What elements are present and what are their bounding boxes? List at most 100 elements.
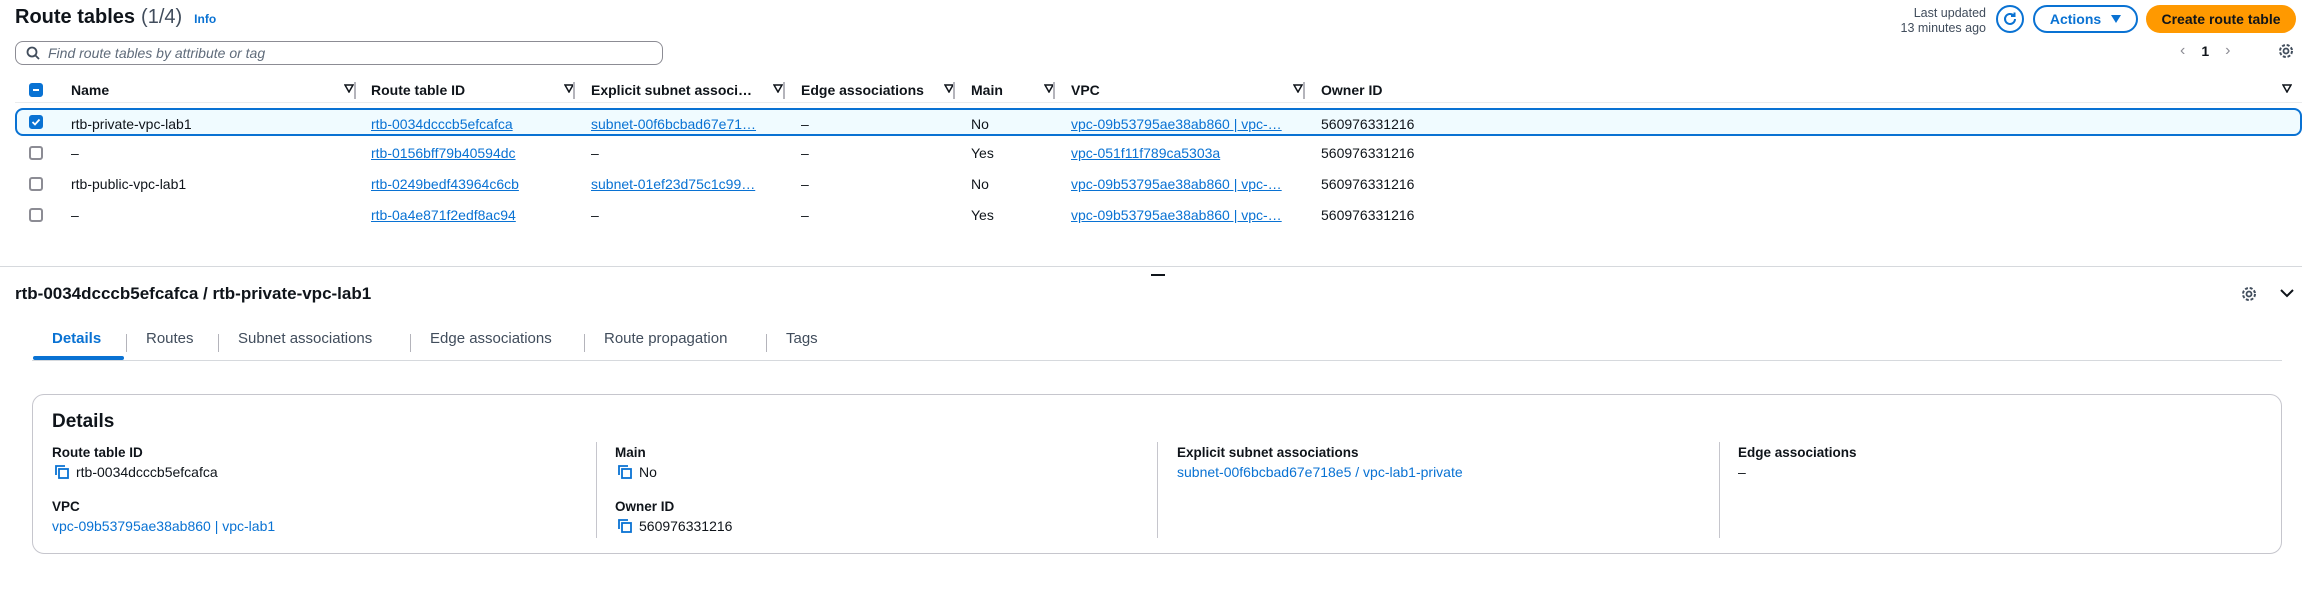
tab-divider [584, 334, 585, 352]
resize-handle[interactable] [1151, 274, 1165, 276]
cell-main: Yes [971, 207, 994, 223]
sort-icon [1293, 84, 1303, 93]
route-table-id-label: Route table ID [52, 445, 143, 460]
column-divider [596, 442, 597, 538]
row-checkbox[interactable] [29, 177, 43, 191]
tab-subnet-associations[interactable]: Subnet associations [238, 330, 372, 347]
cell-route-table-id-link[interactable]: rtb-0156bff79b40594dc [371, 139, 571, 167]
cell-vpc-link[interactable]: vpc-051f11f789ca5303a [1071, 139, 1301, 167]
column-header-owner-id[interactable]: Owner ID [1321, 78, 2301, 102]
explicit-subnet-link-text[interactable]: subnet-00f6bcbad67e718e5 / vpc-lab1-priv… [1177, 464, 1463, 480]
tab-route-propagation[interactable]: Route propagation [604, 330, 727, 347]
explicit-subnet-label: Explicit subnet associations [1177, 445, 1359, 460]
table-settings-gear-icon[interactable] [2277, 42, 2295, 60]
create-route-table-button[interactable]: Create route table [2146, 5, 2296, 33]
cell-owner-id: 560976331216 [1321, 207, 1415, 223]
column-header-main[interactable]: Main [971, 78, 1061, 102]
column-header-vpc[interactable]: VPC [1071, 78, 1311, 102]
split-panel-divider [0, 266, 2302, 267]
cell-subnet: – [591, 207, 599, 223]
copy-icon[interactable] [54, 464, 70, 480]
selection-count: (1/4) [141, 6, 183, 28]
owner-id-text: 560976331216 [639, 518, 733, 534]
column-divider[interactable] [573, 82, 575, 99]
search-input[interactable] [48, 45, 648, 61]
tab-routes[interactable]: Routes [146, 330, 194, 347]
main-label: Main [615, 445, 646, 460]
current-page[interactable]: 1 [2201, 43, 2209, 59]
actions-label: Actions [2049, 11, 2102, 27]
column-header-name[interactable]: Name [71, 78, 361, 102]
checkmark-icon [31, 118, 41, 126]
edge-associations-value: – [1738, 464, 1746, 480]
refresh-button[interactable] [1996, 5, 2024, 33]
cell-route-table-id-link[interactable]: rtb-0a4e871f2edf8ac94 [371, 201, 571, 229]
cell-vpc-link[interactable]: vpc-09b53795ae38ab860 | vpc-… [1071, 201, 1301, 229]
refresh-icon [2004, 12, 2016, 25]
next-page-icon[interactable]: › [2225, 42, 2230, 60]
table-row[interactable]: – rtb-0a4e871f2edf8ac94 – – Yes vpc-09b5… [15, 201, 2302, 229]
detail-title: rtb-0034dcccb5efcafca / rtb-private-vpc-… [15, 284, 372, 303]
info-link[interactable]: Info [194, 12, 216, 26]
column-divider[interactable] [783, 82, 785, 99]
owner-id-value: 560976331216 [617, 518, 732, 534]
cell-vpc-link[interactable]: vpc-09b53795ae38ab860 | vpc-… [1071, 110, 1301, 138]
prev-page-icon[interactable]: ‹ [2180, 42, 2185, 60]
sort-icon [344, 84, 354, 93]
table-row[interactable]: rtb-public-vpc-lab1 rtb-0249bedf43964c6c… [15, 170, 2302, 198]
table-row[interactable]: rtb-private-vpc-lab1 rtb-0034dcccb5efcaf… [15, 108, 2302, 136]
column-divider[interactable] [354, 82, 356, 99]
cell-edge: – [801, 176, 809, 192]
table-header: Name Route table ID Explicit subnet asso… [15, 78, 2302, 102]
row-checkbox[interactable] [29, 208, 43, 222]
card-title: Details [52, 411, 115, 432]
actions-button[interactable]: Actions [2033, 5, 2138, 33]
column-divider [1157, 442, 1158, 538]
chevron-down-icon[interactable] [2280, 288, 2294, 298]
copy-icon[interactable] [617, 518, 633, 534]
edge-associations-label: Edge associations [1738, 445, 1857, 460]
column-header-explicit-subnet[interactable]: Explicit subnet associ… [591, 78, 791, 102]
cell-main: Yes [971, 145, 994, 161]
select-all-checkbox[interactable] [29, 83, 43, 97]
caret-down-icon [2111, 15, 2122, 23]
cell-name: rtb-private-vpc-lab1 [71, 116, 192, 132]
main-text: No [639, 464, 657, 480]
tab-divider [766, 334, 767, 352]
cell-route-table-id-link[interactable]: rtb-0034dcccb5efcafca [371, 110, 571, 138]
column-divider[interactable] [1303, 82, 1305, 99]
column-header-edge-associations[interactable]: Edge associations [801, 78, 961, 102]
cell-main: No [971, 176, 989, 192]
minus-icon [33, 89, 39, 91]
cell-subnet-link[interactable]: subnet-01ef23d75c1c99… [591, 170, 781, 198]
column-header-route-table-id[interactable]: Route table ID [371, 78, 581, 102]
row-checkbox[interactable] [29, 115, 43, 129]
search-icon [26, 46, 40, 60]
tab-tags[interactable]: Tags [786, 330, 818, 347]
cell-edge: – [801, 116, 809, 132]
tab-divider [126, 334, 127, 352]
cell-vpc-link[interactable]: vpc-09b53795ae38ab860 | vpc-… [1071, 170, 1301, 198]
main-value: No [617, 464, 657, 480]
tabs-divider [32, 360, 2282, 361]
route-table-id-text: rtb-0034dcccb5efcafca [76, 464, 218, 480]
search-field[interactable] [15, 41, 663, 65]
column-divider[interactable] [1053, 82, 1055, 99]
tab-edge-associations[interactable]: Edge associations [430, 330, 552, 347]
sort-icon [2282, 84, 2292, 93]
copy-icon[interactable] [617, 464, 633, 480]
vpc-link-text[interactable]: vpc-09b53795ae38ab860 | vpc-lab1 [52, 518, 275, 534]
table-row[interactable]: – rtb-0156bff79b40594dc – – Yes vpc-051f… [15, 139, 2302, 167]
pagination: ‹ 1 › [2180, 42, 2230, 60]
tab-details[interactable]: Details [52, 330, 101, 347]
cell-route-table-id-link[interactable]: rtb-0249bedf43964c6cb [371, 170, 571, 198]
column-divider[interactable] [953, 82, 955, 99]
row-checkbox[interactable] [29, 146, 43, 160]
panel-settings-gear-icon[interactable] [2240, 285, 2258, 303]
explicit-subnet-link[interactable]: subnet-00f6bcbad67e718e5 / vpc-lab1-priv… [1177, 464, 1463, 480]
cell-subnet-link[interactable]: subnet-00f6bcbad67e71… [591, 110, 781, 138]
vpc-link[interactable]: vpc-09b53795ae38ab860 | vpc-lab1 [52, 518, 275, 534]
owner-id-label: Owner ID [615, 499, 675, 514]
tab-divider [218, 334, 219, 352]
cell-owner-id: 560976331216 [1321, 176, 1415, 192]
